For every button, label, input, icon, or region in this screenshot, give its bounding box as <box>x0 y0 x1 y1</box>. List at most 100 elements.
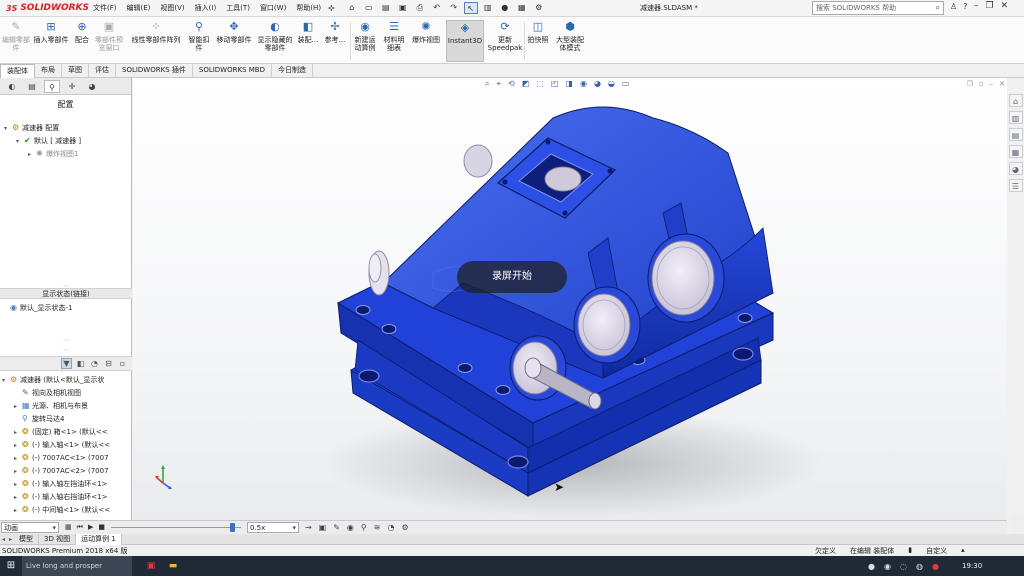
tab-scroll-left-icon[interactable]: ◂ <box>0 536 7 543</box>
autokey-icon[interactable]: ◉ <box>347 523 354 532</box>
feature-tree-item[interactable]: ⚲ 旋转马达4 <box>22 413 64 425</box>
filter-icon[interactable]: ▼ <box>61 358 72 369</box>
expand-icon[interactable]: ▸ <box>14 453 22 465</box>
windows-start-icon[interactable]: ⊞ <box>0 556 22 576</box>
appearances-icon[interactable]: ◕ <box>1008 162 1023 175</box>
search-icon[interactable]: ⌕ <box>936 3 940 13</box>
minimize-icon[interactable]: – <box>974 1 979 11</box>
tab-3d-views[interactable]: 3D 视图 <box>39 533 77 545</box>
component-preview-button[interactable]: ▣ 零部件预览窗口 <box>93 20 125 62</box>
menu-view[interactable]: 视图(V) <box>155 3 189 13</box>
expand-icon[interactable]: ▸ <box>14 479 22 491</box>
expand-icon[interactable]: ▸ <box>14 427 22 439</box>
playback-mode-icon[interactable]: → <box>305 523 312 532</box>
menu-file[interactable]: 文件(F) <box>88 3 122 13</box>
collapse-icon[interactable]: ▾ <box>2 375 10 387</box>
menu-help[interactable]: 帮助(H) <box>291 3 326 13</box>
move-component-button[interactable]: ✥ 移动零部件 <box>213 20 255 62</box>
expand-icon[interactable]: ▸ <box>14 440 22 452</box>
close-icon[interactable]: ✕ <box>1001 1 1009 11</box>
assembly-features-button[interactable]: ◧ 装配... <box>296 20 320 62</box>
select-icon[interactable]: ↖ <box>463 2 478 14</box>
taskbar-search[interactable]: Live long and prosper <box>22 556 132 576</box>
tray-app-icon[interactable]: ◍ <box>916 562 923 571</box>
expand-icon[interactable]: ▸ <box>14 505 22 517</box>
show-tree-icon[interactable]: ◔ <box>89 359 100 368</box>
timeline-slider[interactable] <box>110 522 241 533</box>
config-default[interactable]: ▾ ✔ 默认 [ 减速器 ] <box>16 135 81 147</box>
file-properties-icon[interactable]: ▦ <box>515 2 529 14</box>
view-palette-icon[interactable]: ▦ <box>1008 145 1023 158</box>
feature-tree-item[interactable]: ▸ ❂ (-) 7007AC<1> (7007 <box>14 452 109 464</box>
calculate-icon[interactable]: ▦ <box>65 523 72 532</box>
solidworks-logo[interactable]: 3S SOLIDWORKS <box>0 0 89 17</box>
solidworks-resources-icon[interactable]: ⌂ <box>1008 94 1023 107</box>
graphics-area[interactable]: ⌕ ⌖ ⟲ ◩ ⬚ ◰ ◨ ◉ ◕ ◒ ▭ ❐ ▫ – ✕ 录屏开始 ➤ <box>133 78 1007 520</box>
restore-icon[interactable]: ❐ <box>986 1 994 11</box>
config-exploded-view[interactable]: ▸ ✺ 爆炸视图1 <box>28 148 78 160</box>
home-icon[interactable]: ⌂ <box>345 2 359 14</box>
panel-splitter[interactable]: ⋯ <box>0 338 132 344</box>
tab-make-today[interactable]: 今日制造 <box>272 64 313 78</box>
tab-assembly[interactable]: 装配体 <box>0 64 35 78</box>
help-icon[interactable]: ? <box>963 2 967 11</box>
property-manager-tab-icon[interactable]: ▤ <box>24 80 40 93</box>
bom-button[interactable]: ☰ 材料明细表 <box>381 20 407 62</box>
tray-app-icon[interactable]: ● <box>868 562 875 571</box>
feature-tree-item[interactable]: ▸ ❂ (-) 输入轴左挡油环<1> <box>14 478 107 490</box>
design-library-icon[interactable]: ▥ <box>1008 111 1023 124</box>
config-root[interactable]: ▾ ⚙ 减速器 配置 <box>4 122 59 134</box>
menu-insert[interactable]: 插入(I) <box>190 3 222 13</box>
feature-manager-tab-icon[interactable]: ◐ <box>4 80 20 93</box>
feature-tree-item[interactable]: ▸ ❂ (-) 中间轴<1> (默认<< <box>14 504 110 516</box>
tray-app-icon[interactable]: ● <box>932 562 939 571</box>
help-search-input[interactable]: 搜索 SOLIDWORKS 帮助 ⌕ <box>812 1 944 15</box>
feature-tree-item[interactable]: ✎ 视向及相机视图 <box>14 387 81 399</box>
spring-icon[interactable]: ≋ <box>374 523 381 532</box>
tab-scroll-right-icon[interactable]: ▸ <box>7 536 14 543</box>
rebuild-traffic-icon[interactable]: ● <box>498 2 512 14</box>
undo-icon[interactable]: ↶ <box>430 2 444 14</box>
options-gear-icon[interactable]: ⚙ <box>532 2 546 14</box>
rebuild-icon[interactable]: ▥ <box>481 2 495 14</box>
file-explorer-taskbar-icon[interactable]: ▬ <box>162 556 184 576</box>
pin-icon[interactable]: ✜ <box>328 4 335 13</box>
configuration-manager-tab-icon[interactable]: ⚲ <box>44 79 60 93</box>
status-expand-icon[interactable]: ▴ <box>961 546 965 556</box>
panel-splitter-2[interactable]: ⋯ <box>0 348 132 354</box>
smart-fastener-button[interactable]: ⚲ 智能扣件 <box>186 20 212 62</box>
gearbox-model[interactable] <box>133 78 1007 520</box>
feature-tree-item[interactable]: ▸ ❂ (-) 输入轴<1> (默认<< <box>14 439 110 451</box>
large-assembly-button[interactable]: ⬢ 大型装配体模式 <box>553 20 587 62</box>
expand-icon[interactable]: ▸ <box>14 492 22 504</box>
collapse-icon[interactable]: ▾ <box>4 123 12 135</box>
mate-button[interactable]: ⊕ 配合 <box>72 20 92 62</box>
display-state-item[interactable]: ◉ 默认_显示状态-1 <box>10 302 72 314</box>
reference-geometry-button[interactable]: ✢ 参考... <box>322 20 348 62</box>
expand-icon[interactable]: ▸ <box>14 401 22 413</box>
show-hidden-button[interactable]: ◐ 显示隐藏的零部件 <box>256 20 294 62</box>
expand-icon[interactable]: ▸ <box>14 466 22 478</box>
save-icon[interactable]: ▣ <box>396 2 410 14</box>
update-speedpak-button[interactable]: ⟳ 更新Speedpak <box>487 20 523 62</box>
save-animation-icon[interactable]: ▣ <box>319 523 327 532</box>
custom-properties-icon[interactable]: ☰ <box>1008 179 1023 192</box>
insert-component-button[interactable]: ⊞ 插入零部件 <box>31 20 71 62</box>
user-icon[interactable]: ♙ <box>950 2 957 11</box>
new-motion-study-button[interactable]: ◉ 新建运动算例 <box>352 20 378 62</box>
menu-tools[interactable]: 工具(T) <box>221 3 255 13</box>
tab-layout[interactable]: 布局 <box>35 64 62 78</box>
new-document-icon[interactable]: ▭ <box>362 2 376 14</box>
pane-options-icon[interactable]: ▫ <box>117 359 128 368</box>
display-pane-icon[interactable]: ◧ <box>75 359 86 368</box>
open-icon[interactable]: ▤ <box>379 2 393 14</box>
edit-component-button[interactable]: ✎ 编辑零部件 <box>2 20 30 62</box>
motor-icon[interactable]: ⚲ <box>361 523 367 532</box>
playback-speed-select[interactable]: 0.5x <box>246 522 299 533</box>
tab-motion-study[interactable]: 运动算例 1 <box>76 533 122 545</box>
feature-tree-item[interactable]: ▸ ❂ (固定) 箱<1> (默认<< <box>14 426 108 438</box>
study-type-select[interactable]: 动画 <box>1 522 59 533</box>
tray-app-icon[interactable]: ◌ <box>900 562 907 571</box>
timeline-thumb[interactable] <box>229 523 235 532</box>
menu-edit[interactable]: 编辑(E) <box>122 3 156 13</box>
